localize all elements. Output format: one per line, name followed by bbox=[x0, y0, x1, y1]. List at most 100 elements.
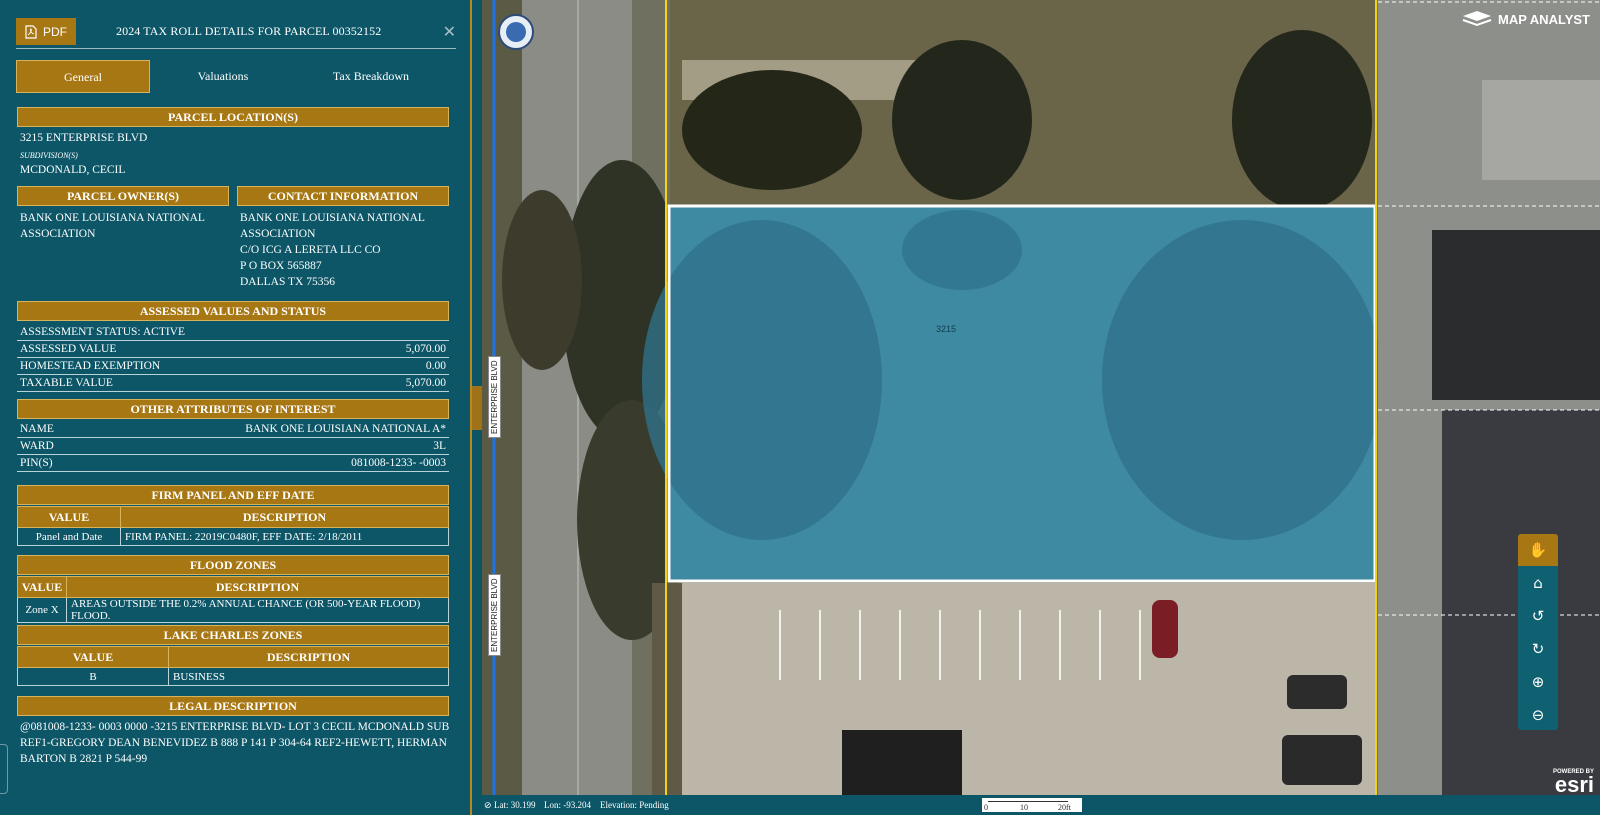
panel-resize-handle[interactable] bbox=[472, 386, 482, 430]
latitude-readout: Lat: 30.199 bbox=[494, 800, 536, 810]
flood-description-cell: AREAS OUTSIDE THE 0.2% ANNUAL CHANCE (OR… bbox=[66, 597, 449, 623]
contact-line-5: DALLAS TX 75356 bbox=[240, 276, 335, 288]
row-value: 0.00 bbox=[425, 360, 446, 372]
legal-line-3: BARTON B 2821 P 544-99 bbox=[20, 753, 148, 765]
scale-line bbox=[988, 801, 1068, 804]
subdivision-value: MCDONALD, CECIL bbox=[20, 164, 126, 176]
legal-line-2: REF1-GREGORY DEAN BENEVIDEZ B 888 P 141 … bbox=[20, 737, 447, 749]
owner-line-1: BANK ONE LOUISIANA NATIONAL bbox=[20, 212, 205, 224]
assessed-value-row: ASSESSED VALUE 5,070.00 bbox=[17, 341, 449, 358]
contact-line-3: C/O ICG A LERETA LLC CO bbox=[240, 244, 381, 256]
lake-charles-zones-header: LAKE CHARLES ZONES bbox=[17, 625, 449, 645]
scale-bar: 0 10 20ft bbox=[982, 798, 1082, 812]
table-row: B BUSINESS bbox=[17, 667, 449, 686]
hand-icon[interactable]: ✋ bbox=[1518, 534, 1558, 566]
row-value: 5,070.00 bbox=[405, 343, 446, 355]
undo-icon[interactable]: ↺ bbox=[1518, 600, 1558, 632]
panel-header: PDF 2024 TAX ROLL DETAILS FOR PARCEL 003… bbox=[16, 16, 456, 49]
layers-icon bbox=[1462, 11, 1492, 27]
home-icon[interactable]: ⌂ bbox=[1518, 567, 1558, 599]
zone-description-cell: BUSINESS bbox=[168, 667, 449, 686]
redo-icon[interactable]: ↻ bbox=[1518, 633, 1558, 665]
row-label: TAXABLE VALUE bbox=[20, 377, 113, 389]
zoom-in-icon[interactable]: ⊕ bbox=[1518, 666, 1558, 698]
road-label-lower: ENTERPRISE BLVD bbox=[488, 574, 501, 656]
other-attributes-header: OTHER ATTRIBUTES OF INTEREST bbox=[17, 399, 449, 419]
tab-tax-breakdown[interactable]: Tax Breakdown bbox=[304, 60, 438, 93]
legal-description-header: LEGAL DESCRIPTION bbox=[17, 696, 449, 716]
parcel-number-label: 3215 bbox=[936, 324, 957, 334]
esri-logo: esri bbox=[1554, 772, 1594, 797]
scale-label-10: 10 bbox=[1020, 803, 1028, 812]
contact-line-2: ASSOCIATION bbox=[240, 228, 316, 240]
homestead-exemption-row: HOMESTEAD EXEMPTION 0.00 bbox=[17, 358, 449, 375]
row-value: 081008-1233- -0003 bbox=[351, 457, 446, 469]
row-value: 3L bbox=[433, 440, 446, 452]
assessment-status-row: ASSESSMENT STATUS: ACTIVE bbox=[17, 324, 449, 341]
owner-line-2: ASSOCIATION bbox=[20, 228, 96, 240]
tab-general[interactable]: General bbox=[16, 60, 150, 93]
contact-line-1: BANK ONE LOUISIANA NATIONAL bbox=[240, 212, 425, 224]
panel-title: 2024 TAX ROLL DETAILS FOR PARCEL 0035215… bbox=[116, 24, 382, 38]
road-label-upper: ENTERPRISE BLVD bbox=[488, 356, 501, 438]
flood-zones-header: FLOOD ZONES bbox=[17, 555, 449, 575]
map-analyst-title: MAP ANALYST bbox=[1498, 11, 1590, 27]
close-icon[interactable]: ✕ bbox=[443, 22, 456, 41]
tab-bar: General Valuations Tax Breakdown bbox=[16, 60, 456, 93]
map-analyst-logo: MAP ANALYST bbox=[1462, 10, 1590, 28]
flood-value-cell: Zone X bbox=[17, 597, 67, 623]
row-label: NAME bbox=[20, 423, 54, 435]
firm-panel-header: FIRM PANEL AND EFF DATE bbox=[17, 485, 449, 505]
parcel-owner-header: PARCEL OWNER(S) bbox=[17, 186, 229, 206]
tax-roll-panel: PDF 2024 TAX ROLL DETAILS FOR PARCEL 003… bbox=[0, 0, 470, 815]
zones-table: VALUE DESCRIPTION B BUSINESS bbox=[17, 646, 449, 686]
column-header: VALUE bbox=[17, 506, 121, 528]
tab-valuations[interactable]: Valuations bbox=[156, 60, 290, 93]
pdf-button[interactable]: PDF bbox=[16, 18, 76, 45]
firm-value-cell: Panel and Date bbox=[17, 527, 121, 546]
row-value: 5,070.00 bbox=[405, 377, 446, 389]
firm-description-cell: FIRM PANEL: 22019C0480F, EFF DATE: 2/18/… bbox=[120, 527, 449, 546]
firm-table: VALUE DESCRIPTION Panel and Date FIRM PA… bbox=[17, 506, 449, 546]
contact-info-header: CONTACT INFORMATION bbox=[237, 186, 449, 206]
column-header: VALUE bbox=[17, 646, 169, 668]
parcel-address: 3215 ENTERPRISE BLVD bbox=[20, 132, 148, 144]
contact-line-4: P O BOX 565887 bbox=[240, 260, 322, 272]
table-row: Panel and Date FIRM PANEL: 22019C0480F, … bbox=[17, 527, 449, 546]
zone-value-cell: B bbox=[17, 667, 169, 686]
column-header: DESCRIPTION bbox=[66, 576, 449, 598]
map-toolbar: ✋ ⌂ ↺ ↻ ⊕ ⊖ bbox=[1518, 534, 1558, 730]
assessed-values-header: ASSESSED VALUES AND STATUS bbox=[17, 301, 449, 321]
elevation-readout: Elevation: Pending bbox=[600, 800, 669, 810]
longitude-readout: Lon: -93.204 bbox=[544, 800, 591, 810]
flood-table: VALUE DESCRIPTION Zone X AREAS OUTSIDE T… bbox=[17, 576, 449, 623]
taxable-value-row: TAXABLE VALUE 5,070.00 bbox=[17, 375, 449, 392]
side-expand-handle[interactable] bbox=[0, 744, 8, 794]
table-row: Zone X AREAS OUTSIDE THE 0.2% ANNUAL CHA… bbox=[17, 597, 449, 623]
ward-row: WARD 3L bbox=[17, 438, 449, 455]
location-icon: ⊘ bbox=[484, 800, 492, 810]
assessment-status: ASSESSMENT STATUS: ACTIVE bbox=[20, 326, 186, 338]
zoom-out-icon[interactable]: ⊖ bbox=[1518, 699, 1558, 731]
map-view[interactable]: ENTERPRISE BLVD ENTERPRISE BLVD 3215 MAP… bbox=[482, 0, 1600, 815]
scale-label-20: 20ft bbox=[1058, 803, 1071, 812]
name-row: NAME BANK ONE LOUISIANA NATIONAL A* bbox=[17, 421, 449, 438]
pin-row: PIN(S) 081008-1233- -0003 bbox=[17, 455, 449, 472]
parcel-location-header: PARCEL LOCATION(S) bbox=[17, 107, 449, 127]
row-value: BANK ONE LOUISIANA NATIONAL A* bbox=[245, 423, 446, 435]
pdf-icon bbox=[25, 24, 37, 39]
esri-attribution[interactable]: POWERED BY esri bbox=[1553, 769, 1594, 797]
row-label: PIN(S) bbox=[20, 457, 53, 469]
row-label: HOMESTEAD EXEMPTION bbox=[20, 360, 161, 372]
city-seal-logo bbox=[498, 14, 534, 50]
column-header: DESCRIPTION bbox=[168, 646, 449, 668]
pdf-label: PDF bbox=[43, 24, 67, 39]
legal-line-1: @081008-1233- 0003 0000 -3215 ENTERPRISE… bbox=[20, 721, 450, 733]
column-header: DESCRIPTION bbox=[120, 506, 449, 528]
scale-label-0: 0 bbox=[984, 803, 988, 812]
column-header: VALUE bbox=[17, 576, 67, 598]
map-status-bar: ⊘ Lat: 30.199 Lon: -93.204 Elevation: Pe… bbox=[482, 795, 1600, 815]
row-label: WARD bbox=[20, 440, 54, 452]
row-label: ASSESSED VALUE bbox=[20, 343, 117, 355]
aerial-imagery bbox=[482, 0, 1600, 815]
